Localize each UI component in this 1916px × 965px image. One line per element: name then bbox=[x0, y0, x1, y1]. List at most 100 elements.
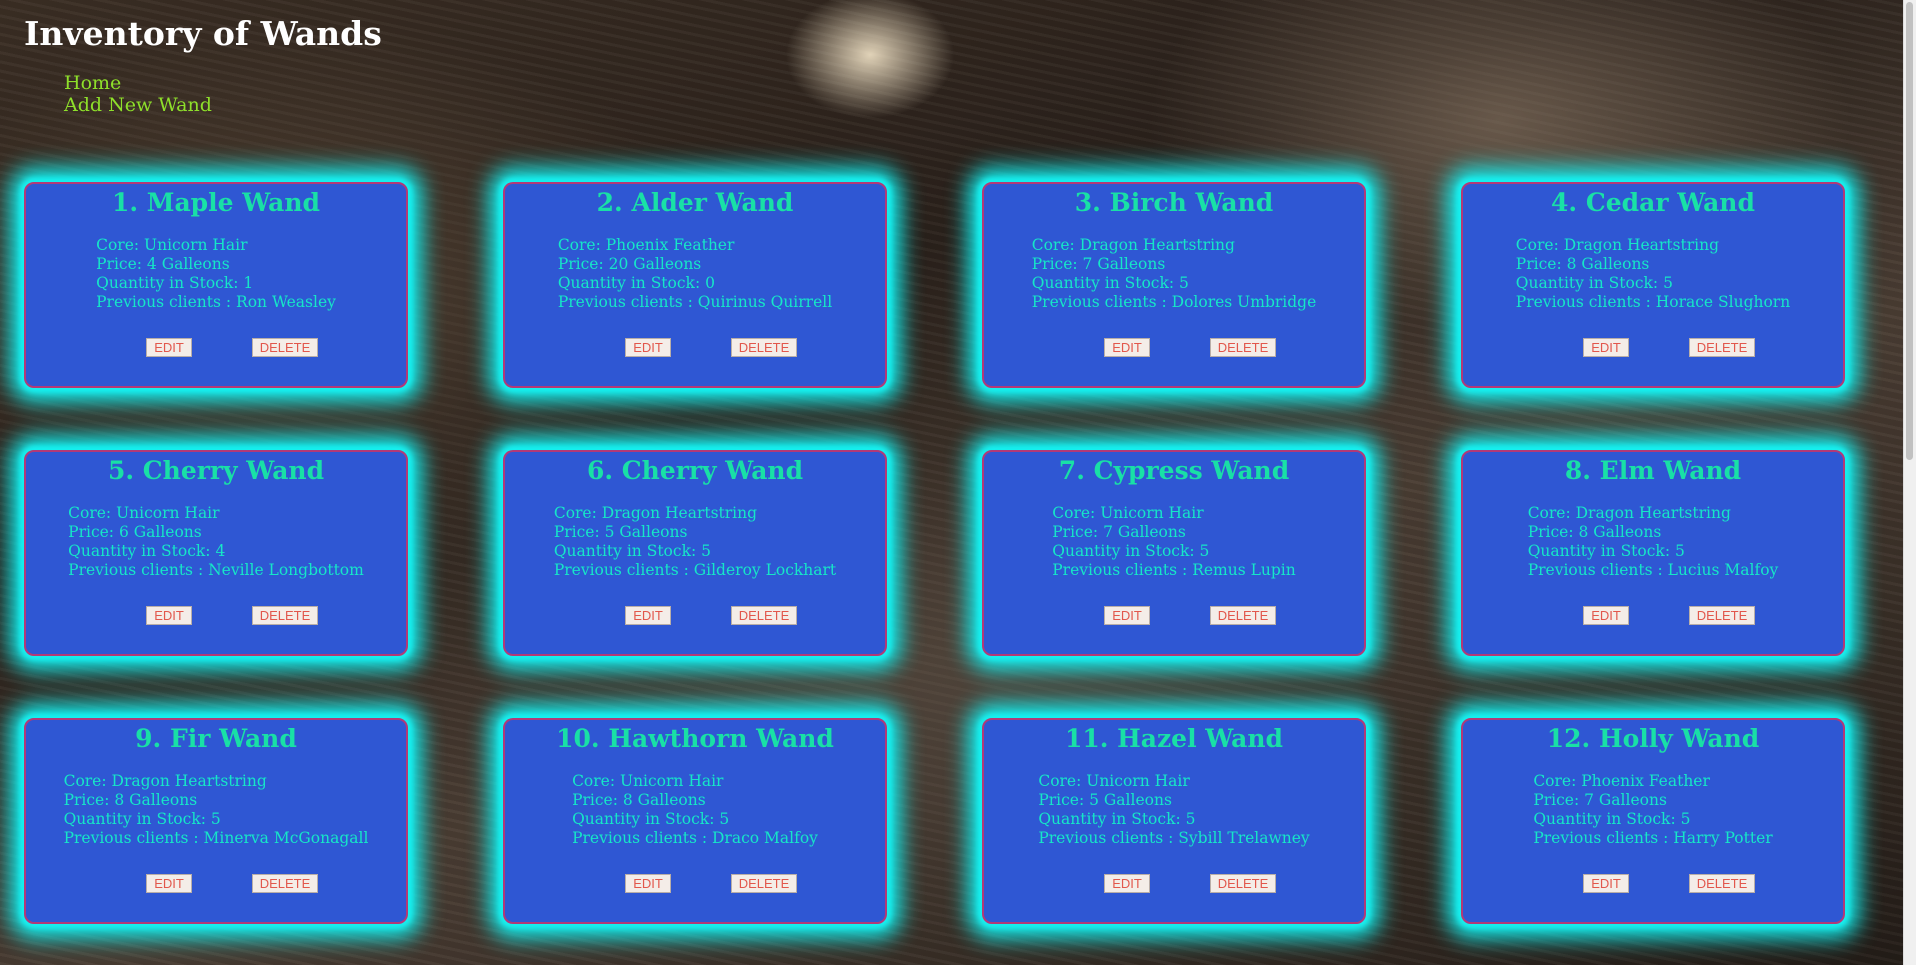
edit-button[interactable]: EDIT bbox=[146, 338, 192, 357]
wand-core: Core: Dragon Heartstring bbox=[1527, 504, 1731, 522]
wand-quantity: Quantity in Stock: 5 bbox=[1031, 274, 1189, 292]
wand-card: 4. Cedar Wand Core: Dragon Heartstring Pri… bbox=[1461, 182, 1845, 388]
edit-button[interactable]: EDIT bbox=[1104, 338, 1150, 357]
wand-price: Price: 7 Galleons bbox=[1031, 255, 1166, 273]
wand-card: 11. Hazel Wand Core: Unicorn Hair Price: 5… bbox=[982, 718, 1366, 924]
wand-core: Core: Unicorn Hair bbox=[572, 772, 724, 790]
wand-details: Core: Unicorn Hair Price: 8 Galleons Quant… bbox=[505, 772, 885, 848]
wand-price: Price: 5 Galleons bbox=[553, 523, 688, 541]
wand-details: Core: Unicorn Hair Price: 7 Galleons Quant… bbox=[984, 504, 1364, 580]
delete-button[interactable]: DELETE bbox=[1210, 606, 1276, 625]
nav-add-wand-link[interactable]: Add New Wand bbox=[64, 94, 212, 116]
wand-quantity: Quantity in Stock: 5 bbox=[1515, 274, 1673, 292]
wand-core: Core: Unicorn Hair bbox=[1052, 504, 1204, 522]
wand-details: Core: Unicorn Hair Price: 4 Galleons Quant… bbox=[26, 236, 406, 312]
nav-home-link[interactable]: Home bbox=[64, 72, 212, 94]
wand-quantity: Quantity in Stock: 5 bbox=[1038, 810, 1196, 828]
edit-button[interactable]: EDIT bbox=[1583, 338, 1629, 357]
wand-previous-clients: Previous clients : Lucius Malfoy bbox=[1527, 561, 1779, 579]
wand-previous-clients: Previous clients : Horace Slughorn bbox=[1515, 293, 1791, 311]
delete-button[interactable]: DELETE bbox=[731, 874, 797, 893]
wand-title: 8. Elm Wand bbox=[1564, 456, 1742, 485]
wand-details: Core: Phoenix Feather Price: 20 Galleons Q… bbox=[505, 236, 885, 312]
wand-core: Core: Dragon Heartstring bbox=[1515, 236, 1719, 254]
wand-price: Price: 5 Galleons bbox=[1038, 791, 1172, 809]
wand-price: Price: 6 Galleons bbox=[68, 523, 202, 541]
wand-actions: EDIT DELETE bbox=[505, 338, 885, 358]
edit-button[interactable]: EDIT bbox=[1104, 606, 1150, 625]
wand-price: Price: 8 Galleons bbox=[63, 791, 198, 809]
edit-button[interactable]: EDIT bbox=[625, 338, 671, 357]
wand-quantity: Quantity in Stock: 5 bbox=[1527, 542, 1685, 560]
wand-quantity: Quantity in Stock: 5 bbox=[1052, 542, 1210, 560]
edit-button[interactable]: EDIT bbox=[1104, 874, 1150, 893]
wand-quantity: Quantity in Stock: 1 bbox=[96, 274, 254, 292]
delete-button[interactable]: DELETE bbox=[252, 338, 318, 357]
delete-button[interactable]: DELETE bbox=[1210, 338, 1276, 357]
delete-button[interactable]: DELETE bbox=[1210, 874, 1276, 893]
wand-card: 2. Alder Wand Core: Phoenix Feather Price:… bbox=[503, 182, 887, 388]
wand-card: 10. Hawthorn Wand Core: Unicorn Hair Price… bbox=[503, 718, 887, 924]
edit-button[interactable]: EDIT bbox=[146, 606, 192, 625]
wand-actions: EDIT DELETE bbox=[505, 606, 885, 626]
edit-button[interactable]: EDIT bbox=[625, 606, 671, 625]
wand-title: 1. Maple Wand bbox=[111, 188, 321, 217]
wand-details: Core: Unicorn Hair Price: 6 Galleons Quant… bbox=[26, 504, 406, 580]
wand-previous-clients: Previous clients : Sybill Trelawney bbox=[1038, 829, 1310, 847]
page-header: Inventory of Wands bbox=[24, 14, 382, 53]
wand-previous-clients: Previous clients : Remus Lupin bbox=[1052, 561, 1296, 579]
wand-card: 9. Fir Wand Core: Dragon Heartstring Price… bbox=[24, 718, 408, 924]
wand-actions: EDIT DELETE bbox=[984, 338, 1364, 358]
wand-previous-clients: Previous clients : Gilderoy Lockhart bbox=[553, 561, 837, 579]
wand-card: 12. Holly Wand Core: Phoenix Feather Price… bbox=[1461, 718, 1845, 924]
edit-button[interactable]: EDIT bbox=[625, 874, 671, 893]
wand-quantity: Quantity in Stock: 5 bbox=[572, 810, 730, 828]
wand-core: Core: Unicorn Hair bbox=[1038, 772, 1190, 790]
wand-previous-clients: Previous clients : Neville Longbottom bbox=[68, 561, 364, 579]
wand-quantity: Quantity in Stock: 5 bbox=[63, 810, 221, 828]
wand-title: 12. Holly Wand bbox=[1546, 724, 1760, 753]
wand-details: Core: Dragon Heartstring Price: 7 Galleon… bbox=[984, 236, 1364, 312]
wand-title: 7. Cypress Wand bbox=[1058, 456, 1290, 485]
main-nav: Home Add New Wand bbox=[64, 72, 212, 116]
wand-details: Core: Dragon Heartstring Price: 8 Galleon… bbox=[1463, 236, 1843, 312]
page-scrollbar[interactable] bbox=[1903, 0, 1916, 965]
delete-button[interactable]: DELETE bbox=[731, 606, 797, 625]
delete-button[interactable]: DELETE bbox=[252, 874, 318, 893]
wand-card: 1. Maple Wand Core: Unicorn Hair Price: 4 … bbox=[24, 182, 408, 388]
delete-button[interactable]: DELETE bbox=[1689, 338, 1755, 357]
edit-button[interactable]: EDIT bbox=[1583, 874, 1629, 893]
wand-title: 5. Cherry Wand bbox=[107, 456, 325, 485]
wand-previous-clients: Previous clients : Draco Malfoy bbox=[572, 829, 818, 847]
delete-button[interactable]: DELETE bbox=[731, 338, 797, 357]
edit-button[interactable]: EDIT bbox=[146, 874, 192, 893]
wand-title: 4. Cedar Wand bbox=[1551, 188, 1755, 217]
wand-title: 10. Hawthorn Wand bbox=[556, 724, 834, 753]
wand-card: 3. Birch Wand Core: Dragon Heartstring Pri… bbox=[982, 182, 1366, 388]
wand-price: Price: 7 Galleons bbox=[1052, 523, 1186, 541]
delete-button[interactable]: DELETE bbox=[1689, 874, 1755, 893]
delete-button[interactable]: DELETE bbox=[252, 606, 318, 625]
wand-quantity: Quantity in Stock: 4 bbox=[68, 542, 226, 560]
wand-actions: EDIT DELETE bbox=[1463, 338, 1843, 358]
delete-button[interactable]: DELETE bbox=[1689, 606, 1755, 625]
wand-card: 7. Cypress Wand Core: Unicorn Hair Price: … bbox=[982, 450, 1366, 656]
wand-core: Core: Dragon Heartstring bbox=[1031, 236, 1235, 254]
scrollbar-thumb[interactable] bbox=[1906, 2, 1913, 460]
wand-price: Price: 7 Galleons bbox=[1533, 791, 1667, 809]
wand-previous-clients: Previous clients : Dolores Umbridge bbox=[1031, 293, 1317, 311]
wand-actions: EDIT DELETE bbox=[505, 874, 885, 894]
wand-actions: EDIT DELETE bbox=[26, 606, 406, 626]
wand-card: 8. Elm Wand Core: Dragon Heartstring Price… bbox=[1461, 450, 1845, 656]
wand-quantity: Quantity in Stock: 0 bbox=[557, 274, 715, 292]
wand-title: 2. Alder Wand bbox=[596, 188, 794, 217]
wand-price: Price: 8 Galleons bbox=[1515, 255, 1650, 273]
wand-core: Core: Dragon Heartstring bbox=[63, 772, 267, 790]
wand-core: Core: Unicorn Hair bbox=[68, 504, 220, 522]
wand-details: Core: Dragon Heartstring Price: 5 Galleon… bbox=[505, 504, 885, 580]
wand-previous-clients: Previous clients : Quirinus Quirrell bbox=[557, 293, 833, 311]
edit-button[interactable]: EDIT bbox=[1583, 606, 1629, 625]
wand-actions: EDIT DELETE bbox=[1463, 606, 1843, 626]
wand-core: Core: Dragon Heartstring bbox=[553, 504, 758, 522]
wand-quantity: Quantity in Stock: 5 bbox=[553, 542, 711, 560]
